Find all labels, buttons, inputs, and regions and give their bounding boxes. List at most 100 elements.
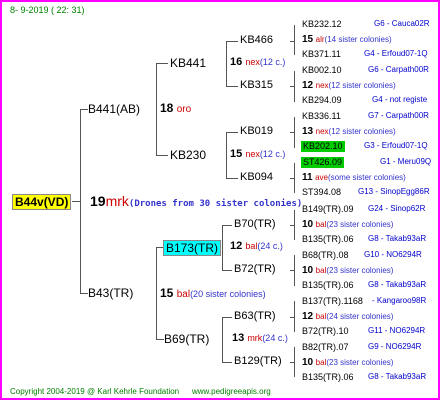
g5-name: B68(TR).08 bbox=[302, 250, 349, 260]
tree-line bbox=[226, 41, 238, 42]
tree-line bbox=[226, 132, 227, 179]
g5-mating: 10 bal(23 sister colonies) bbox=[302, 358, 393, 368]
pedigree-frame: 8- 9-2019 ( 22: 31) B44v(VD) 19mrk(Drone… bbox=[0, 0, 440, 400]
g3-mark: nex bbox=[245, 149, 260, 159]
tree-line bbox=[290, 362, 295, 363]
g3-num: 15 bbox=[230, 148, 243, 160]
sire-num: 15 bbox=[160, 286, 174, 300]
g5-note: (12 sister colonies) bbox=[328, 81, 396, 90]
g5-mating: 10 bal(23 sister colonies) bbox=[302, 220, 393, 230]
report-date: 8- 9-2019 ( 22: 31) bbox=[10, 5, 85, 15]
tree-line bbox=[222, 362, 232, 363]
g5-note: (23 sister colonies) bbox=[326, 266, 394, 275]
tree-line bbox=[156, 247, 157, 340]
g4-name: B129(TR) bbox=[234, 355, 282, 367]
g5-info: G7 - Carpath00R bbox=[368, 111, 429, 120]
g5-info: G1 - Meru09Q bbox=[380, 157, 432, 166]
g4-name: KB094 bbox=[240, 171, 274, 183]
tree-line bbox=[222, 317, 232, 318]
g5-num: 15 bbox=[302, 34, 314, 45]
tree-line bbox=[290, 225, 295, 226]
g5-name: KB232.12 bbox=[302, 19, 342, 29]
dam-mating: 18 oro bbox=[160, 102, 191, 115]
g5-name: KB294.09 bbox=[302, 95, 342, 105]
g3-note: (24 c.) bbox=[262, 333, 288, 343]
g3-name: KB230 bbox=[170, 148, 207, 162]
g3-note: (12 c.) bbox=[259, 149, 286, 159]
tree-line bbox=[222, 225, 223, 271]
g3-mating: 13 mrk(24 c.) bbox=[232, 333, 288, 344]
g5-mating: 12 bal(24 sister colonies) bbox=[302, 312, 393, 322]
g5-mating: 11 ave(some sister colonies) bbox=[302, 173, 406, 183]
g4-name: KB315 bbox=[240, 79, 274, 91]
g5-num: 10 bbox=[302, 265, 314, 276]
g5-info: G11 - NO6294R bbox=[368, 326, 426, 335]
g5-note: (some sister colonies) bbox=[328, 173, 406, 182]
g5-name: KB002.10 bbox=[302, 65, 342, 75]
tree-line bbox=[80, 109, 88, 110]
tree-line bbox=[226, 132, 238, 133]
g5-info: G4 - Erfoud07-1Q bbox=[364, 49, 428, 58]
g5-num: 10 bbox=[302, 357, 314, 368]
g4-name: B70(TR) bbox=[234, 218, 276, 230]
g5-mark: alr bbox=[315, 35, 325, 44]
tree-line bbox=[226, 86, 238, 87]
g5-num: 12 bbox=[302, 80, 314, 91]
g5-mark: nex bbox=[315, 81, 329, 90]
g5-mark: bal bbox=[315, 266, 327, 275]
g5-name: B72(TR).10 bbox=[302, 326, 349, 336]
g5-info: G10 - NO6294R bbox=[364, 250, 422, 259]
g5-mating: 15 alr(14 sister colonies) bbox=[302, 35, 392, 45]
g5-name: B135(TR).06 bbox=[302, 280, 354, 290]
g3-num: 12 bbox=[230, 240, 243, 252]
sire-mark: bal bbox=[176, 289, 191, 300]
dam-num: 18 bbox=[160, 101, 174, 115]
g3-note: (24 c.) bbox=[257, 241, 283, 251]
tree-line bbox=[80, 293, 88, 294]
tree-line bbox=[290, 178, 295, 179]
tree-line bbox=[294, 25, 295, 55]
g5-mark: bal bbox=[315, 312, 327, 321]
g5-info: - Kangaroo98R bbox=[372, 296, 427, 305]
g5-name: B82(TR).07 bbox=[302, 342, 349, 352]
tree-line bbox=[72, 201, 81, 202]
tree-line bbox=[156, 63, 168, 64]
tree-line bbox=[290, 270, 295, 271]
g5-info: G6 - Carpath00R bbox=[368, 65, 429, 74]
tree-line bbox=[156, 339, 164, 340]
sire-mating: 15 bal(20 sister colonies) bbox=[160, 287, 266, 300]
g3-name: KB441 bbox=[170, 56, 207, 70]
g4-name: KB019 bbox=[240, 125, 274, 137]
g5-mating: 12 nex(12 sister colonies) bbox=[302, 81, 396, 91]
g5-mating: 13 nex(12 sister colonies) bbox=[302, 127, 396, 137]
copyright: Copyright 2004-2019 @ Karl Kehrle Founda… bbox=[10, 387, 180, 396]
tree-line bbox=[226, 41, 227, 87]
g5-note: (23 sister colonies) bbox=[326, 358, 394, 367]
g3-mating: 16 nex(12 c.) bbox=[230, 57, 285, 68]
tree-line bbox=[222, 225, 232, 226]
tree-line bbox=[290, 317, 295, 318]
tree-line bbox=[222, 270, 232, 271]
g5-info: G13 - SinopEgg86R bbox=[358, 187, 430, 196]
g5-num: 11 bbox=[302, 172, 313, 183]
g5-note: (24 sister colonies) bbox=[326, 312, 394, 321]
g5-name: KB336.11 bbox=[302, 111, 341, 121]
root-note: (Drones from 30 sister colonies) bbox=[128, 199, 303, 209]
tree-line bbox=[156, 63, 157, 156]
root-num: 19 bbox=[90, 193, 106, 209]
g3-mark: nex bbox=[245, 57, 260, 67]
tree-line bbox=[222, 317, 223, 363]
g5-info: G8 - Takab93aR bbox=[368, 234, 427, 243]
g5-name: KB202.10 bbox=[301, 141, 345, 152]
g5-info: G3 - Erfoud07-1Q bbox=[364, 141, 428, 150]
g5-name: B149(TR).09 bbox=[302, 204, 354, 214]
g5-name: B137(TR).1168 bbox=[302, 296, 363, 306]
dam-name: B441(AB) bbox=[88, 102, 141, 116]
g3-mark: mrk bbox=[247, 333, 263, 343]
g5-name: B135(TR).06 bbox=[302, 234, 354, 244]
site-link[interactable]: www.pedigreeapis.org bbox=[192, 388, 271, 396]
g5-info: G6 - Cauca02R bbox=[374, 19, 430, 28]
g5-note: (12 sister colonies) bbox=[328, 127, 396, 136]
g5-mark: ave bbox=[315, 173, 328, 182]
g3-name: B173(TR) bbox=[163, 240, 222, 256]
